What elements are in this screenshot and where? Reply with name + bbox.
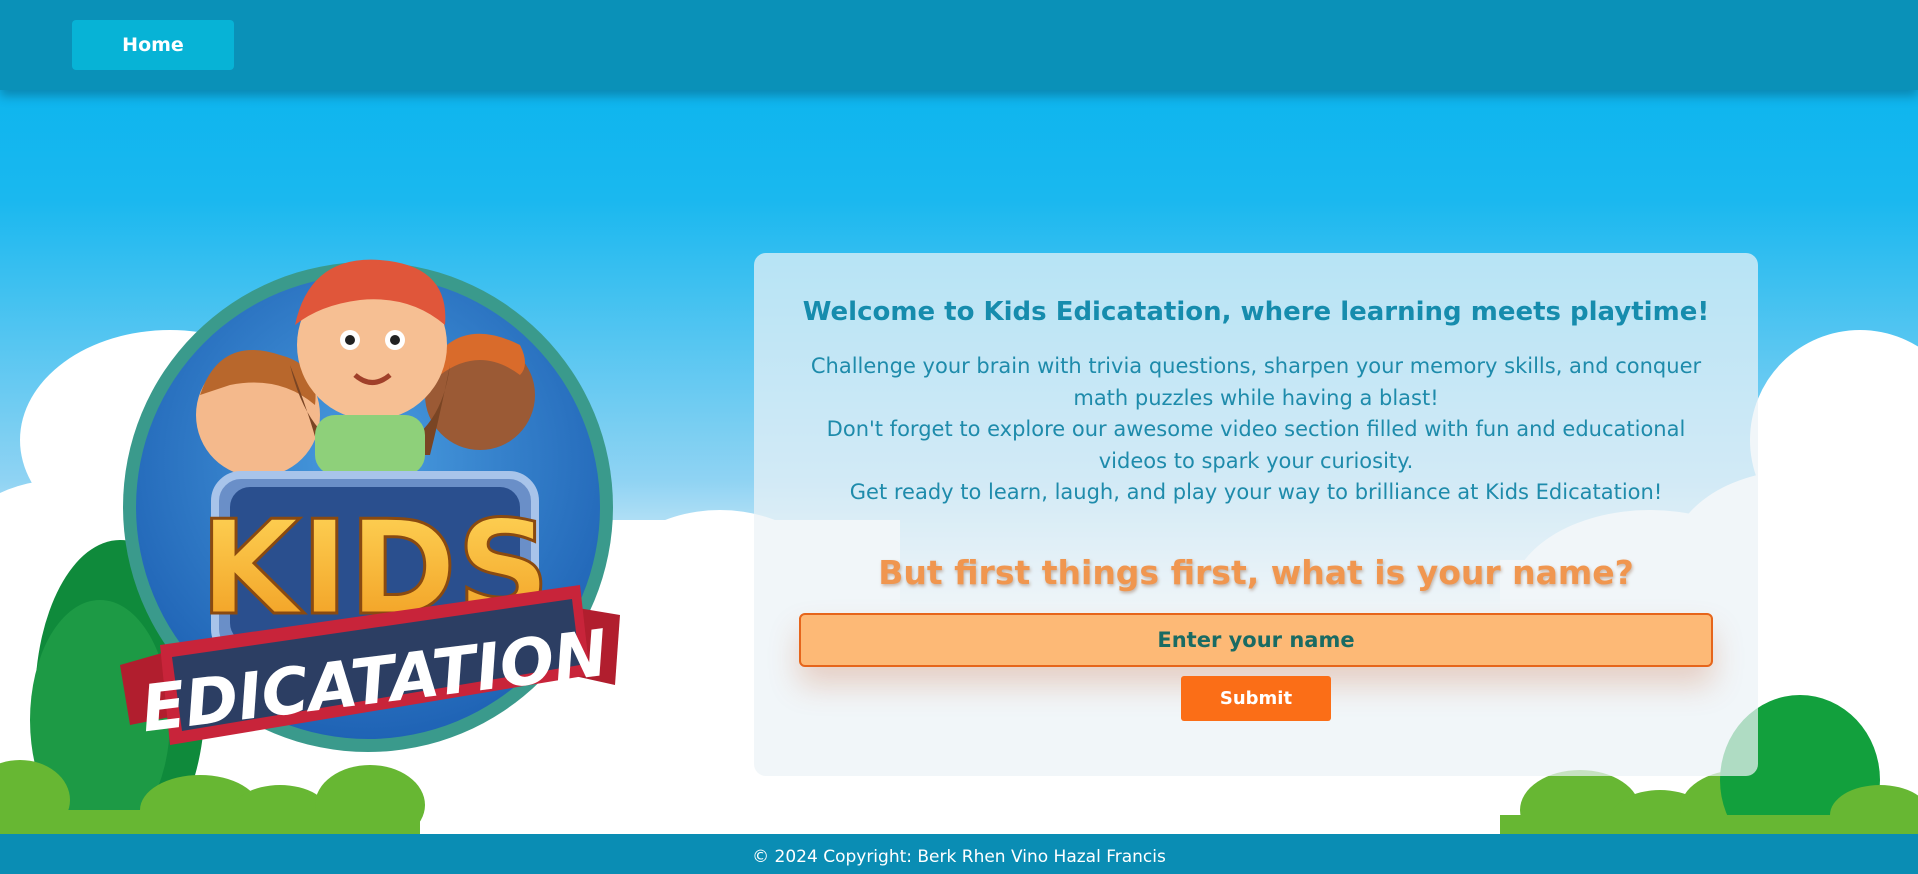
submit-button[interactable]: Submit — [1181, 676, 1331, 721]
footer: © 2024 Copyright: Berk Rhen Vino Hazal F… — [0, 834, 1918, 874]
welcome-panel: Welcome to Kids Edicatation, where learn… — [754, 253, 1758, 776]
name-question-heading: But first things first, what is your nam… — [878, 553, 1634, 592]
top-navbar: Home — [0, 0, 1918, 90]
logo-graphic: KIDS EDICATATION — [120, 259, 620, 752]
footer-copyright: © 2024 Copyright: Berk Rhen Vino Hazal F… — [752, 847, 1166, 867]
name-input[interactable] — [799, 613, 1713, 667]
kids-edicatation-logo: KIDS EDICATATION — [110, 245, 630, 755]
welcome-title: Welcome to Kids Edicatation, where learn… — [802, 297, 1710, 327]
welcome-paragraph: Challenge your brain with trivia questio… — [810, 354, 1702, 410]
welcome-paragraph: Don't forget to explore our awesome vide… — [826, 417, 1686, 473]
home-button[interactable]: Home — [72, 20, 234, 70]
welcome-description: Challenge your brain with trivia questio… — [794, 351, 1718, 509]
welcome-paragraph: Get ready to learn, laugh, and play your… — [849, 480, 1663, 504]
